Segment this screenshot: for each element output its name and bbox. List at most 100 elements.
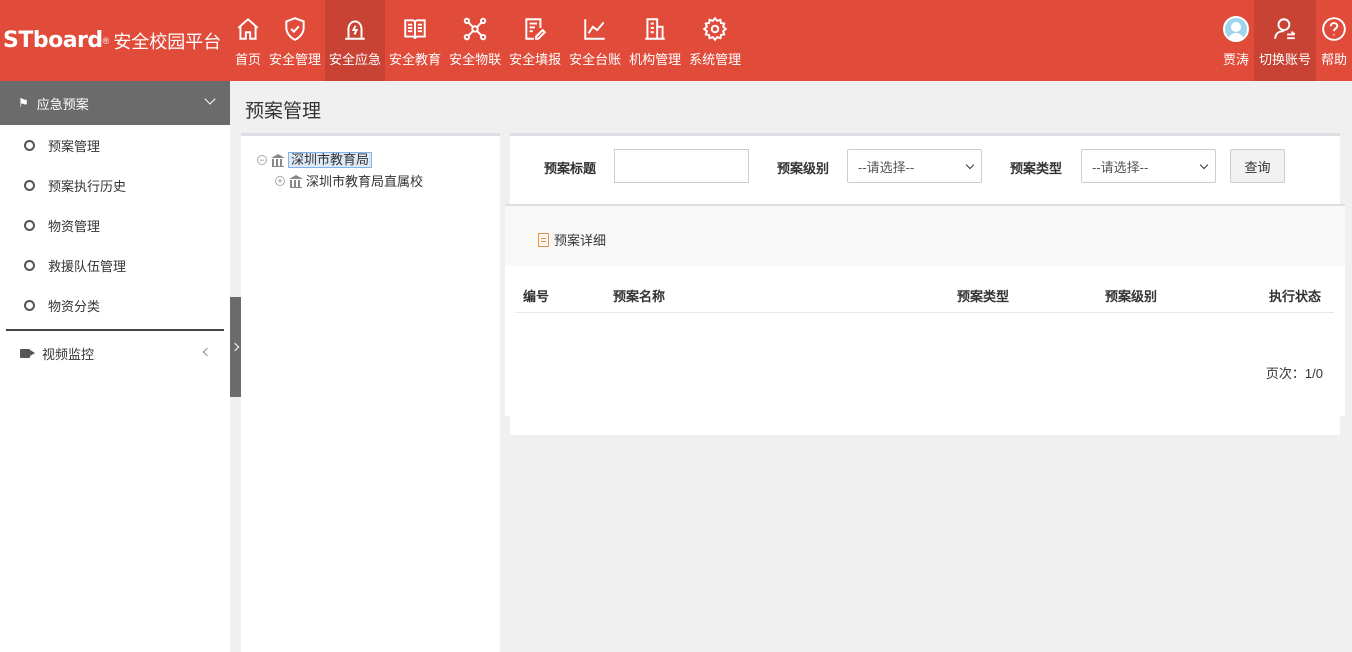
nav-label: 机构管理 <box>629 52 682 67</box>
column-header-name[interactable]: 预案名称 <box>613 286 665 305</box>
header-divider <box>515 312 1334 313</box>
nav-safety-report[interactable]: 安全填报 <box>505 0 565 81</box>
chevron-right-icon <box>230 342 240 352</box>
chevron-down-icon <box>1199 160 1209 170</box>
sidebar-item-label: 物资分类 <box>48 298 101 314</box>
tree-node-root[interactable]: − 深圳市教育局 <box>257 152 373 168</box>
shield-icon <box>285 17 305 41</box>
type-select[interactable]: --请选择-- <box>1081 149 1216 183</box>
flag-icon: ⚑ <box>18 96 29 110</box>
column-header-id[interactable]: 编号 <box>523 286 549 305</box>
gear-icon <box>702 16 728 42</box>
level-select[interactable]: --请选择-- <box>847 149 982 183</box>
home-icon <box>237 17 259 40</box>
logo-brand: STboard <box>3 28 103 53</box>
nav-label: 安全管理 <box>269 52 322 67</box>
tree-node-label[interactable]: 深圳市教育局 <box>288 152 373 168</box>
query-button[interactable]: 查询 <box>1230 149 1285 183</box>
video-camera-icon <box>20 347 36 359</box>
sidebar-item-rescue-teams[interactable]: 救援队伍管理 <box>0 245 230 285</box>
circle-icon <box>24 299 35 311</box>
sidebar-section-emergency-plan[interactable]: ⚑ 应急预案 <box>0 81 230 125</box>
sidebar: ⚑ 应急预案 预案管理 预案执行历史 物资管理 救援队伍管理 物资分类 视频监控 <box>0 81 230 652</box>
sidebar-section-title: 应急预案 <box>36 96 89 112</box>
nav-safety-ledger[interactable]: 安全台账 <box>565 0 625 81</box>
logo-platform-name: 安全校园平台 <box>113 31 222 53</box>
sidebar-item-plan-management[interactable]: 预案管理 <box>0 125 230 165</box>
nav-label: 安全台账 <box>569 52 622 67</box>
plan-list-panel: 预案标题 预案级别 --请选择-- 预案类型 --请选择-- 查询 预案详细 编… <box>505 133 1345 435</box>
title-label: 预案标题 <box>544 161 597 176</box>
sidebar-item-label: 预案执行历史 <box>48 178 127 194</box>
tree-node-label[interactable]: 深圳市教育局直属校 <box>306 171 423 190</box>
org-tree-panel: − 深圳市教育局 + 深圳市教育局直属校 <box>241 133 500 652</box>
alarm-icon <box>345 20 365 40</box>
switch-account-label: 切换账号 <box>1258 52 1311 67</box>
toolbar: 预案详细 <box>505 204 1345 266</box>
tree-collapse-icon[interactable]: − <box>257 155 267 165</box>
nav-safety-iot[interactable]: 安全物联 <box>445 0 505 81</box>
page-title: 预案管理 <box>245 100 322 122</box>
chevron-left-icon <box>202 347 212 357</box>
circle-icon <box>24 139 35 151</box>
circle-icon <box>24 219 35 231</box>
chevron-down-icon <box>204 93 216 105</box>
nav-safety-emergency[interactable]: 安全应急 <box>325 0 386 81</box>
column-header-level[interactable]: 预案级别 <box>1105 286 1157 305</box>
main-nav: 首页 安全管理 安全应急 安全教育 安全物联 安全填报 安全台账 机构管理 系统… <box>231 0 745 81</box>
nav-safety-management[interactable]: 安全管理 <box>265 0 325 81</box>
nav-label: 安全填报 <box>509 52 562 67</box>
plan-detail-button[interactable]: 预案详细 <box>538 230 606 249</box>
plan-table: 编号 预案名称 预案类型 预案级别 执行状态 页次：1/0 <box>505 266 1345 416</box>
plan-detail-label: 预案详细 <box>554 233 607 248</box>
nav-label: 首页 <box>235 52 262 67</box>
switch-user-icon <box>1274 18 1296 40</box>
nav-home[interactable]: 首页 <box>231 0 265 81</box>
nav-label: 安全教育 <box>389 52 442 67</box>
tree-node-child[interactable]: + 深圳市教育局直属校 <box>275 171 423 190</box>
app-logo[interactable]: STboard ® 安全校园平台 <box>0 0 231 81</box>
sidebar-item-label: 物资管理 <box>48 218 101 234</box>
nav-label: 系统管理 <box>689 52 742 67</box>
help-button[interactable]: 帮助 <box>1316 0 1352 81</box>
nav-safety-education[interactable]: 安全教育 <box>385 0 445 81</box>
nav-system-management[interactable]: 系统管理 <box>685 0 745 81</box>
avatar <box>1222 16 1249 42</box>
circle-icon <box>24 259 35 271</box>
sidebar-item-supply-categories[interactable]: 物资分类 <box>0 285 230 325</box>
nav-org-management[interactable]: 机构管理 <box>625 0 685 81</box>
tree-expand-icon[interactable]: + <box>275 175 285 186</box>
column-header-type[interactable]: 预案类型 <box>957 286 1009 305</box>
sidebar-section-title: 视频监控 <box>42 346 95 362</box>
user-nav: 贾涛 切换账号 帮助 <box>1218 0 1352 81</box>
help-label: 帮助 <box>1320 52 1347 67</box>
chevron-down-icon <box>965 160 975 170</box>
sidebar-item-label: 预案管理 <box>48 138 101 154</box>
building-icon <box>289 174 303 188</box>
level-label: 预案级别 <box>777 161 830 176</box>
switch-account-button[interactable]: 切换账号 <box>1253 0 1316 81</box>
user-name: 贾涛 <box>1222 52 1249 67</box>
edit-icon <box>525 18 547 40</box>
sidebar-item-supplies[interactable]: 物资管理 <box>0 205 230 245</box>
pagination-info: 页次：1/0 <box>1265 366 1323 381</box>
user-profile[interactable]: 贾涛 <box>1218 0 1254 81</box>
logo-registered-mark: ® <box>102 35 110 46</box>
sidebar-item-plan-history[interactable]: 预案执行历史 <box>0 165 230 205</box>
network-icon <box>463 17 487 41</box>
circle-icon <box>24 179 35 191</box>
type-label: 预案类型 <box>1010 161 1063 176</box>
column-header-status[interactable]: 执行状态 <box>1269 286 1321 305</box>
chart-icon <box>584 19 605 40</box>
search-form: 预案标题 预案级别 --请选择-- 预案类型 --请选择-- 查询 <box>510 136 1340 203</box>
top-navbar: STboard ® 安全校园平台 首页 安全管理 安全应急 安全教育 安全物联 安… <box>0 0 1352 81</box>
building-icon <box>271 154 285 167</box>
building-icon <box>645 18 665 40</box>
sidebar-item-label: 救援队伍管理 <box>48 258 127 274</box>
title-input[interactable] <box>614 149 749 183</box>
type-select-value: --请选择-- <box>1092 159 1149 175</box>
sidebar-section-video[interactable]: 视频监控 <box>0 331 230 375</box>
book-icon <box>404 19 426 39</box>
document-icon <box>538 232 549 247</box>
nav-label: 安全应急 <box>329 52 382 67</box>
